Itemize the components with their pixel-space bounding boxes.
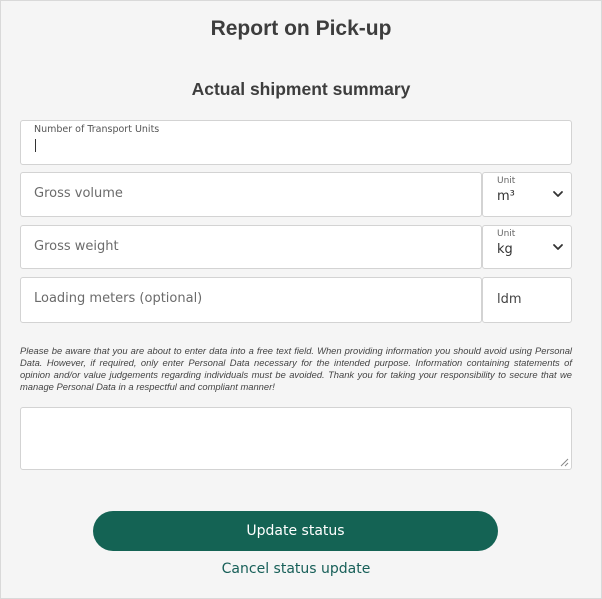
page-title: Report on Pick-up bbox=[210, 17, 392, 40]
gross-volume-unit-select[interactable]: Unit m³ bbox=[482, 172, 572, 217]
resize-grip-icon[interactable] bbox=[560, 458, 569, 467]
gross-weight-unit-select[interactable]: Unit kg bbox=[482, 225, 572, 269]
report-pickup-dialog: Report on Pick-up Actual shipment summar… bbox=[0, 0, 602, 599]
cancel-status-update-link[interactable]: Cancel status update bbox=[1, 561, 591, 577]
comment-textarea[interactable] bbox=[20, 407, 572, 470]
text-cursor bbox=[35, 139, 36, 152]
loading-meters-unit: ldm bbox=[482, 277, 572, 323]
personal-data-notice: Please be aware that you are about to en… bbox=[20, 345, 572, 392]
ldm-unit-label: ldm bbox=[497, 292, 522, 307]
loading-meters-placeholder: Loading meters (optional) bbox=[34, 291, 203, 306]
section-title: Actual shipment summary bbox=[191, 79, 411, 99]
unit-value: kg bbox=[497, 242, 513, 257]
loading-meters-field[interactable]: Loading meters (optional) bbox=[20, 277, 482, 323]
chevron-down-icon bbox=[553, 191, 563, 197]
gross-weight-field[interactable]: Gross weight bbox=[20, 225, 482, 269]
unit-value: m³ bbox=[497, 189, 515, 204]
gross-volume-placeholder: Gross volume bbox=[34, 186, 123, 201]
transport-units-field[interactable]: Number of Transport Units bbox=[20, 120, 572, 165]
chevron-down-icon bbox=[553, 244, 563, 250]
gross-volume-field[interactable]: Gross volume bbox=[20, 172, 482, 217]
unit-label: Unit bbox=[497, 229, 516, 239]
gross-weight-placeholder: Gross weight bbox=[34, 239, 119, 254]
unit-label: Unit bbox=[497, 176, 516, 186]
update-status-button[interactable]: Update status bbox=[93, 511, 498, 551]
transport-units-label: Number of Transport Units bbox=[34, 124, 160, 135]
